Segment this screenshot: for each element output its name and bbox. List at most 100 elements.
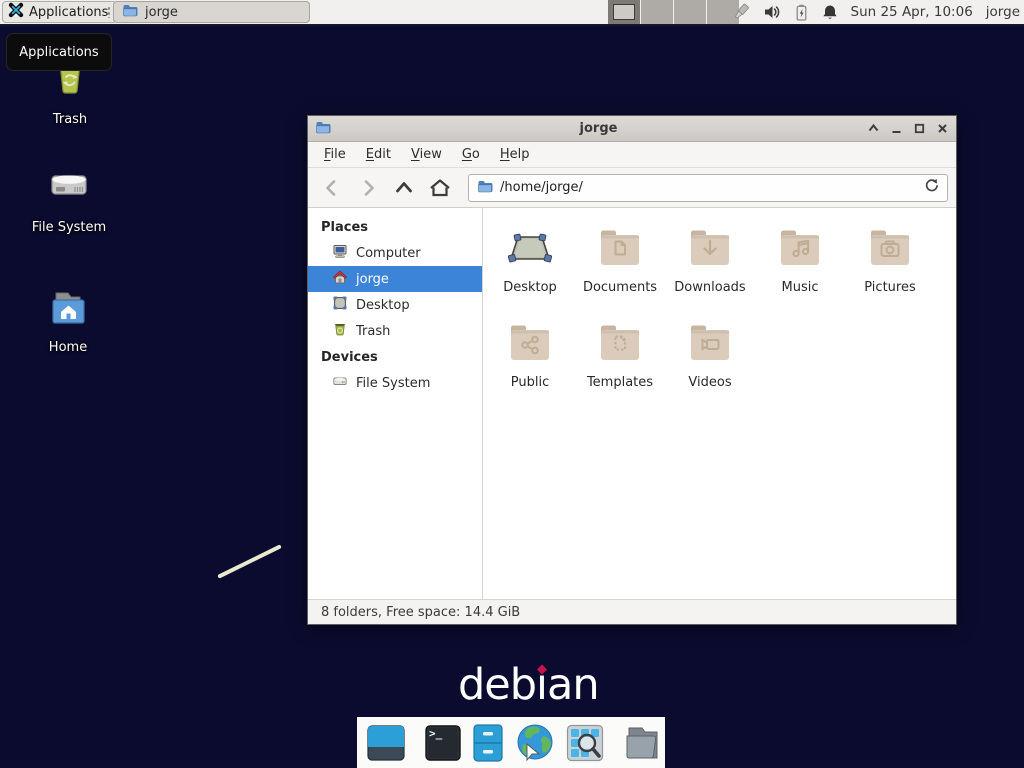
documents-folder-icon: [596, 224, 644, 276]
workspace-3[interactable]: [674, 0, 707, 24]
workspace-1[interactable]: [608, 0, 641, 24]
file-pictures[interactable]: Pictures: [845, 224, 935, 319]
file-label: Documents: [583, 280, 657, 295]
up-button[interactable]: [388, 173, 420, 203]
templates-folder-icon: [596, 319, 644, 371]
web-browser-launcher[interactable]: [514, 722, 556, 764]
notification-bell-icon[interactable]: [822, 4, 838, 21]
window-title: jorge: [331, 121, 866, 136]
music-folder-icon: [776, 224, 824, 276]
file-music[interactable]: Music: [755, 224, 845, 319]
sidebar-item-label: Desktop: [356, 298, 410, 313]
forward-button[interactable]: [352, 173, 384, 203]
sidebar-item-trash[interactable]: Trash: [308, 318, 482, 344]
file-label: Desktop: [503, 280, 557, 295]
file-desktop[interactable]: Desktop: [485, 224, 575, 319]
battery-icon[interactable]: [794, 4, 809, 21]
clock[interactable]: Sun 25 Apr, 10:06: [851, 4, 973, 20]
desktop-icon-label: Trash: [53, 112, 87, 127]
sidebar-item-label: Trash: [356, 324, 390, 339]
reload-icon[interactable]: [924, 178, 939, 197]
menu-help[interactable]: Help: [490, 142, 540, 168]
applications-menu-label: Applications: [29, 5, 108, 20]
minimize-button[interactable]: [889, 122, 903, 136]
tooltip-text: Applications: [19, 45, 98, 60]
sidebar-item-computer[interactable]: Computer: [308, 240, 482, 266]
file-downloads[interactable]: Downloads: [665, 224, 755, 319]
file-videos[interactable]: Videos: [665, 319, 755, 414]
maximize-button[interactable]: [912, 122, 926, 136]
sidebar: Places Computer: [308, 208, 483, 599]
sidebar-item-file-system[interactable]: File System: [308, 370, 482, 396]
computer-icon: [332, 243, 348, 263]
top-panel: Applications jorge: [0, 0, 1024, 26]
file-label: Pictures: [864, 280, 915, 295]
desktop-icon-home[interactable]: Home: [18, 283, 118, 355]
terminal-prompt-glyph: >_: [429, 727, 442, 740]
debian-logo-text: an: [547, 660, 599, 710]
terminal-launcher[interactable]: >_: [424, 724, 462, 762]
file-label: Music: [782, 280, 819, 295]
close-button[interactable]: [935, 122, 949, 136]
shade-button[interactable]: [866, 122, 880, 136]
home-icon: [332, 269, 348, 289]
sidebar-item-label: jorge: [356, 272, 389, 287]
downloads-folder-icon: [686, 224, 734, 276]
applications-menu-button[interactable]: Applications: [2, 1, 117, 23]
file-label: Public: [511, 375, 549, 390]
window-folder-icon: [315, 119, 331, 139]
path-folder-icon: [477, 178, 493, 198]
system-tray: Sun 25 Apr, 10:06 jorge: [731, 0, 1021, 24]
desktop-icon: [332, 295, 348, 315]
home-folder-icon: [44, 283, 92, 335]
sidebar-item-desktop[interactable]: Desktop: [308, 292, 482, 318]
debian-logo-i: ı: [536, 660, 547, 710]
stylus-tool-icon[interactable]: [731, 3, 751, 21]
panel-handle[interactable]: [107, 6, 111, 18]
menu-file[interactable]: File: [314, 142, 356, 168]
file-manager-window: jorge File Edit View Go Help: [307, 115, 957, 625]
hard-drive-icon: [332, 373, 348, 393]
debian-logo-text: deb: [458, 660, 536, 710]
path-bar[interactable]: /home/jorge/: [468, 174, 948, 202]
desktop-icon-file-system[interactable]: File System: [19, 163, 119, 235]
user-name[interactable]: jorge: [986, 4, 1020, 20]
file-manager-launcher[interactable]: [471, 723, 505, 763]
menu-view[interactable]: View: [401, 142, 452, 168]
workspace-window-preview: [613, 4, 635, 20]
file-templates[interactable]: Templates: [575, 319, 665, 414]
window-titlebar[interactable]: jorge: [308, 116, 956, 142]
file-label: Videos: [688, 375, 731, 390]
path-text[interactable]: /home/jorge/: [500, 180, 917, 195]
menu-go[interactable]: Go: [452, 142, 490, 168]
statusbar: 8 folders, Free space: 14.4 GiB: [308, 599, 956, 624]
desktop-icon-label: File System: [32, 220, 106, 235]
workspace-2[interactable]: [641, 0, 674, 24]
xfce-menu-icon: [8, 2, 24, 22]
taskbar-window-button[interactable]: jorge: [113, 1, 310, 23]
sidebar-item-label: Computer: [356, 246, 421, 261]
dock-panel: >_: [357, 717, 665, 768]
pictures-folder-icon: [866, 224, 914, 276]
public-folder-icon: [506, 319, 554, 371]
back-button[interactable]: [316, 173, 348, 203]
file-label: Downloads: [674, 280, 745, 295]
show-desktop-button[interactable]: [366, 724, 406, 762]
file-documents[interactable]: Documents: [575, 224, 665, 319]
hard-drive-icon: [45, 163, 93, 215]
devices-header: Devices: [308, 344, 482, 370]
file-label: Templates: [587, 375, 653, 390]
file-public[interactable]: Public: [485, 319, 575, 414]
directory-menu-button[interactable]: [623, 724, 663, 762]
app-finder-launcher[interactable]: [565, 723, 605, 763]
file-list[interactable]: Desktop Documents: [483, 208, 956, 599]
workspace-pager[interactable]: [608, 0, 740, 24]
home-button[interactable]: [424, 173, 456, 203]
volume-icon[interactable]: [764, 4, 781, 20]
cursor-artifact: [217, 544, 281, 578]
sidebar-item-jorge[interactable]: jorge: [308, 266, 482, 292]
videos-folder-icon: [686, 319, 734, 371]
menubar: File Edit View Go Help: [308, 142, 956, 168]
toolbar: /home/jorge/: [308, 168, 956, 208]
menu-edit[interactable]: Edit: [356, 142, 401, 168]
